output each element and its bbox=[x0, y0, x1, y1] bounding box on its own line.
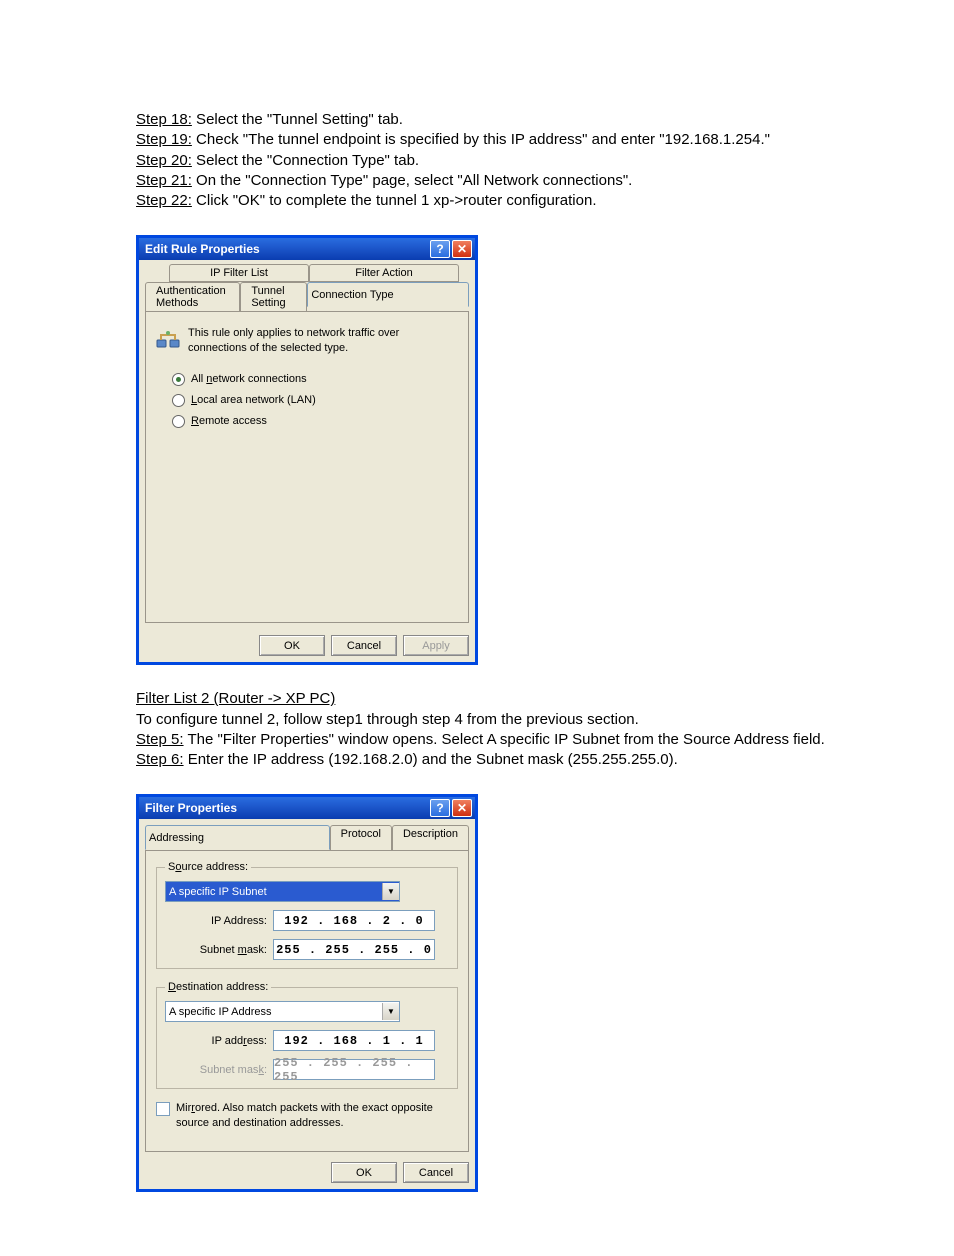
subnet-mask-label: Subnet mask: bbox=[165, 1064, 273, 1076]
step-text: The "Filter Properties" window opens. Se… bbox=[184, 731, 825, 748]
section-line: To configure tunnel 2, follow step1 thro… bbox=[136, 710, 914, 730]
tab-addressing[interactable]: Addressing bbox=[145, 825, 330, 850]
step-label: Step 19: bbox=[136, 131, 192, 148]
ip-address-label: IP address: bbox=[165, 1035, 273, 1047]
mirrored-checkbox-row[interactable]: Mirrored. Also match packets with the ex… bbox=[156, 1101, 458, 1130]
filter-properties-dialog: Filter Properties ? ✕ Addressing Protoco… bbox=[136, 794, 478, 1192]
radio-dot-icon bbox=[172, 394, 185, 407]
tab-tunnel-setting[interactable]: Tunnel Setting bbox=[240, 282, 307, 311]
cancel-button[interactable]: Cancel bbox=[331, 635, 397, 656]
apply-button: Apply bbox=[403, 635, 469, 656]
step-label: Step 5: bbox=[136, 731, 184, 748]
source-address-select[interactable]: A specific IP Subnet ▼ bbox=[165, 881, 400, 902]
step-text: Select the "Connection Type" tab. bbox=[192, 152, 419, 169]
tab-connection-type[interactable]: Connection Type bbox=[307, 282, 469, 307]
network-icon bbox=[156, 328, 180, 352]
destination-address-select[interactable]: A specific IP Address ▼ bbox=[165, 1001, 400, 1022]
help-button[interactable]: ? bbox=[430, 240, 450, 258]
step-text: Click "OK" to complete the tunnel 1 xp->… bbox=[192, 192, 597, 209]
dest-mask-input: 255 . 255 . 255 . 255 bbox=[273, 1059, 435, 1080]
step-text: Select the "Tunnel Setting" tab. bbox=[192, 111, 403, 128]
source-address-group: Source address: A specific IP Subnet ▼ I… bbox=[156, 861, 458, 969]
source-mask-input[interactable]: 255 . 255 . 255 . 0 bbox=[273, 939, 435, 960]
subnet-mask-label: Subnet mask: bbox=[165, 944, 273, 956]
dialog-title: Filter Properties bbox=[145, 801, 237, 815]
radio-all-network[interactable]: All network connections bbox=[172, 373, 458, 386]
step-text: On the "Connection Type" page, select "A… bbox=[192, 172, 632, 189]
close-button[interactable]: ✕ bbox=[452, 799, 472, 817]
radio-dot-icon bbox=[172, 415, 185, 428]
tab-panel: This rule only applies to network traffi… bbox=[145, 311, 469, 623]
tab-description[interactable]: Description bbox=[392, 825, 469, 850]
group-legend: Source address: bbox=[165, 861, 251, 873]
chevron-down-icon: ▼ bbox=[382, 1003, 399, 1020]
group-legend: Destination address: bbox=[165, 981, 271, 993]
ok-button[interactable]: OK bbox=[259, 635, 325, 656]
step-text: Check "The tunnel endpoint is specified … bbox=[192, 131, 770, 148]
tab-ip-filter-list[interactable]: IP Filter List bbox=[169, 264, 309, 282]
step-label: Step 21: bbox=[136, 172, 192, 189]
info-text: This rule only applies to network traffi… bbox=[188, 326, 458, 355]
close-button[interactable]: ✕ bbox=[452, 240, 472, 258]
tab-protocol[interactable]: Protocol bbox=[330, 825, 392, 850]
source-ip-input[interactable]: 192 . 168 . 2 . 0 bbox=[273, 910, 435, 931]
tab-auth-methods[interactable]: Authentication Methods bbox=[145, 282, 240, 311]
cancel-button[interactable]: Cancel bbox=[403, 1162, 469, 1183]
step-label: Step 22: bbox=[136, 192, 192, 209]
chevron-down-icon: ▼ bbox=[382, 883, 399, 900]
mirrored-label: Mirrored. Also match packets with the ex… bbox=[176, 1101, 458, 1130]
radio-dot-icon bbox=[172, 373, 185, 386]
edit-rule-dialog: Edit Rule Properties ? ✕ IP Filter List … bbox=[136, 235, 478, 665]
help-button[interactable]: ? bbox=[430, 799, 450, 817]
radio-remote-access[interactable]: Remote access bbox=[172, 415, 458, 428]
title-bar[interactable]: Edit Rule Properties ? ✕ bbox=[139, 238, 475, 260]
step-label: Step 20: bbox=[136, 152, 192, 169]
step-label: Step 6: bbox=[136, 751, 184, 768]
tab-panel: Source address: A specific IP Subnet ▼ I… bbox=[145, 850, 469, 1152]
section-title: Filter List 2 (Router -> XP PC) bbox=[136, 689, 914, 709]
dialog-title: Edit Rule Properties bbox=[145, 242, 260, 256]
ip-address-label: IP Address: bbox=[165, 915, 273, 927]
ok-button[interactable]: OK bbox=[331, 1162, 397, 1183]
checkbox-icon bbox=[156, 1102, 170, 1116]
steps-block: Step 18: Select the "Tunnel Setting" tab… bbox=[136, 110, 914, 211]
step-text: Enter the IP address (192.168.2.0) and t… bbox=[184, 751, 678, 768]
radio-lan[interactable]: Local area network (LAN) bbox=[172, 394, 458, 407]
destination-address-group: Destination address: A specific IP Addre… bbox=[156, 981, 458, 1089]
step-label: Step 18: bbox=[136, 111, 192, 128]
title-bar[interactable]: Filter Properties ? ✕ bbox=[139, 797, 475, 819]
dest-ip-input[interactable]: 192 . 168 . 1 . 1 bbox=[273, 1030, 435, 1051]
tab-filter-action[interactable]: Filter Action bbox=[309, 264, 459, 282]
